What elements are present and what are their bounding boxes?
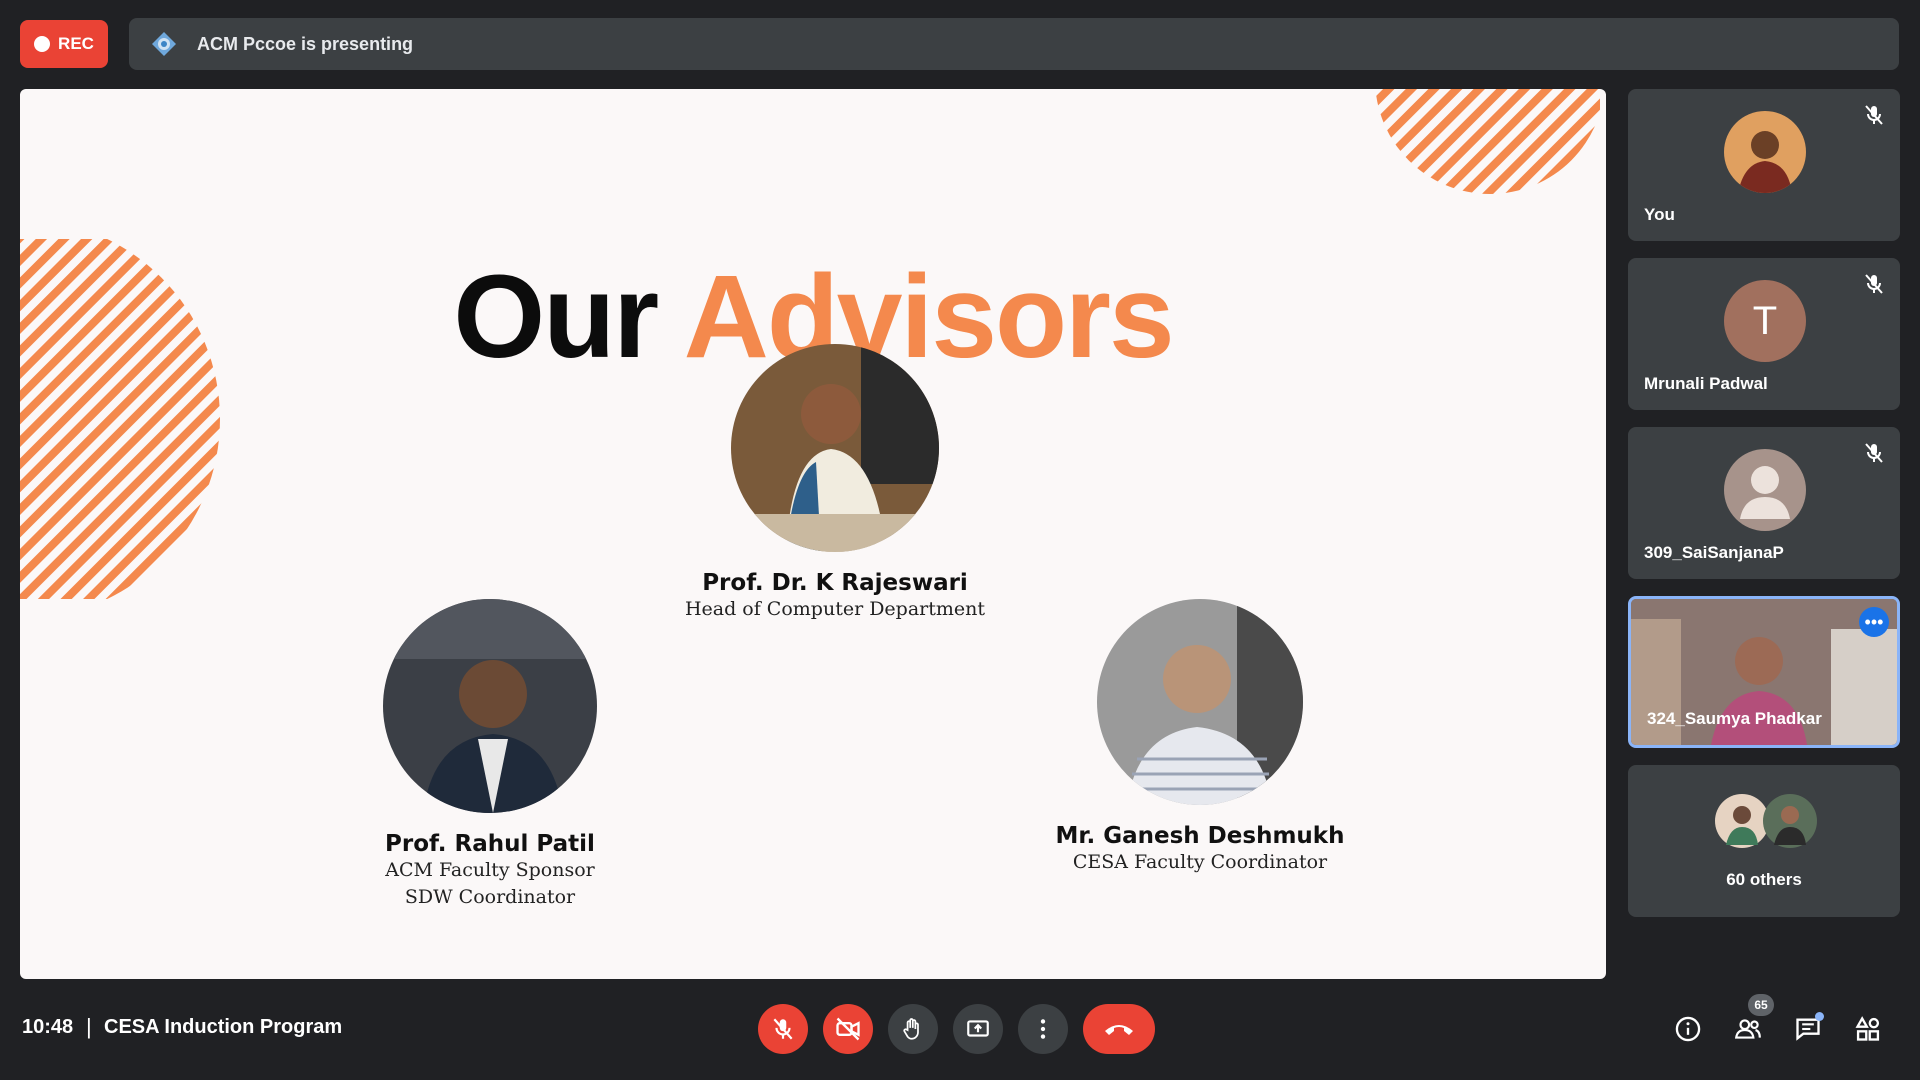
meeting-title: CESA Induction Program <box>104 1016 343 1038</box>
advisor-card-deshmukh: Mr. Ganesh Deshmukh CESA Faculty Coordin… <box>960 599 1440 876</box>
advisor-photo <box>1097 599 1303 805</box>
activities-icon <box>1855 1016 1880 1041</box>
hand-icon <box>903 1018 919 1040</box>
more-options-button[interactable] <box>1018 1004 1068 1054</box>
separator: | <box>86 1014 92 1039</box>
advisor-role: ACM Faculty Sponsor <box>385 859 595 881</box>
avatar-initial: T <box>1752 298 1778 343</box>
advisor-name: Prof. Rahul Patil <box>385 831 595 857</box>
advisor-role-line-2: SDW Coordinator <box>404 886 576 908</box>
record-dot-icon <box>34 36 51 52</box>
participant-name: Mrunali Padwal <box>1644 374 1768 393</box>
participant-tile-others[interactable]: 60 others <box>1628 765 1900 917</box>
present-screen-button[interactable] <box>953 1004 1003 1054</box>
participant-count-badge: 65 <box>1748 994 1774 1016</box>
meeting-details-button[interactable] <box>1673 1014 1703 1044</box>
advisor-role: CESA Faculty Coordinator <box>1072 851 1328 873</box>
leave-call-button[interactable] <box>1083 1004 1155 1054</box>
default-user-icon <box>1740 466 1790 519</box>
avatar: T <box>1724 280 1806 362</box>
advisor-photo <box>383 599 597 813</box>
participant-tile-mrunali[interactable]: T Mrunali Padwal <box>1628 258 1900 410</box>
microphone-toggle-button[interactable] <box>758 1004 808 1054</box>
activities-button[interactable] <box>1853 1014 1883 1044</box>
meeting-clock: 10:48 <box>22 1016 74 1038</box>
presenter-logo-icon <box>149 29 179 59</box>
mic-off-icon <box>1865 274 1883 294</box>
people-icon <box>1734 1019 1761 1039</box>
presenting-banner: ACM Pccoe is presenting <box>129 18 1899 70</box>
participant-name: 324_Saumya Phadkar <box>1647 709 1822 728</box>
hang-up-icon <box>1105 1025 1133 1035</box>
advisor-name: Mr. Ganesh Deshmukh <box>1055 823 1345 849</box>
presentation-slide: Our Advisors Prof. Dr. K Rajeswari Head … <box>20 89 1606 979</box>
info-icon <box>1675 1016 1701 1042</box>
decorative-stripe-circle-top-right <box>1375 89 1600 194</box>
more-options-icon[interactable]: ••• <box>1859 607 1889 637</box>
presenting-text: ACM Pccoe is presenting <box>197 33 414 54</box>
participant-tile-saisanjana[interactable]: 309_SaiSanjanaP <box>1628 427 1900 579</box>
unread-indicator <box>1815 1012 1824 1021</box>
advisor-card-patil: Prof. Rahul Patil ACM Faculty Sponsor SD… <box>260 599 720 911</box>
camera-toggle-button[interactable] <box>823 1004 873 1054</box>
participant-name: 309_SaiSanjanaP <box>1644 543 1784 562</box>
present-screen-icon <box>967 1020 989 1037</box>
others-avatars <box>1714 793 1824 849</box>
participant-name: You <box>1644 205 1675 224</box>
raise-hand-button[interactable] <box>888 1004 938 1054</box>
others-count-label: 60 others <box>1726 870 1802 889</box>
participant-tile-saumya[interactable]: ••• 324_Saumya Phadkar <box>1628 596 1900 748</box>
participant-tile-you[interactable]: You <box>1628 89 1900 241</box>
recording-label: REC <box>58 34 94 53</box>
mic-off-icon <box>1865 105 1883 125</box>
advisor-card-rajeswari: Prof. Dr. K Rajeswari Head of Computer D… <box>580 344 1090 623</box>
avatar <box>1724 449 1806 531</box>
mic-off-icon <box>773 1018 793 1040</box>
avatar <box>1724 111 1806 193</box>
people-button[interactable] <box>1733 1014 1763 1044</box>
advisor-name: Prof. Dr. K Rajeswari <box>702 570 968 596</box>
vertical-dots-icon <box>1040 1019 1046 1039</box>
recording-badge[interactable]: REC <box>20 20 108 68</box>
advisor-photo <box>731 344 939 552</box>
mic-off-icon <box>1865 443 1883 463</box>
camera-off-icon <box>836 1017 860 1041</box>
